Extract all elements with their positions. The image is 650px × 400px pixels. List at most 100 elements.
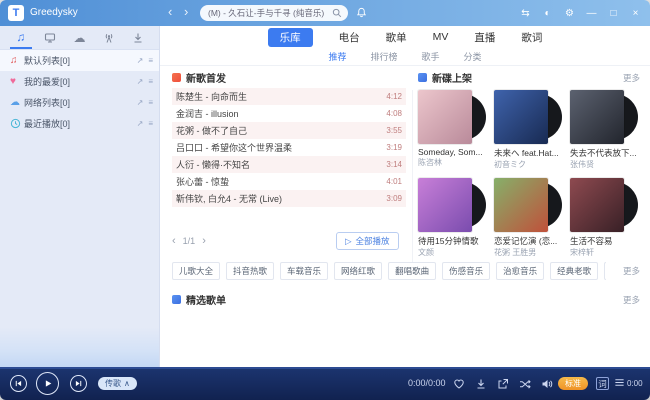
tab-mv[interactable]: MV	[433, 31, 449, 43]
notification-bell-icon[interactable]	[356, 7, 367, 18]
subtab-artists[interactable]: 歌手	[422, 50, 440, 63]
album-cover-wrap	[418, 90, 490, 144]
search-icon[interactable]	[332, 8, 342, 18]
open-icon[interactable]: ↗	[137, 98, 144, 107]
music-note-icon: ♫	[10, 55, 18, 66]
open-icon[interactable]: ↗	[137, 56, 144, 65]
subtab-rankings[interactable]: 排行榜	[370, 50, 397, 63]
song-row[interactable]: 陈楚生 - 向命而生 4:12	[172, 88, 406, 105]
content-area: 新歌首发 陈楚生 - 向命而生 4:12 金润吉 - illusion 4:08 花…	[160, 66, 650, 367]
quality-label: 标准	[565, 379, 581, 388]
tab-radio[interactable]: 电台	[339, 30, 360, 45]
playlist-panel-icon[interactable]	[614, 377, 625, 388]
clock-icon	[10, 118, 24, 129]
song-row[interactable]: 金润吉 - illusion 4:08	[172, 105, 406, 122]
sidebar-item-favorites[interactable]: ♥ 我的最爱[0] ↗ ≡	[0, 71, 159, 92]
tab-lyrics[interactable]: 歌词	[521, 30, 542, 45]
settings-gear-icon[interactable]: ⚙	[563, 7, 576, 20]
favorite-heart-icon[interactable]	[452, 377, 466, 391]
tag-button[interactable]: 儿歌大全	[172, 262, 221, 280]
play-mode-shuffle-icon[interactable]	[518, 377, 532, 391]
sidebar-item-recent-played[interactable]: 最近播放[0] ↗ ≡	[0, 113, 159, 134]
tag-button[interactable]: 网络红歌	[334, 262, 383, 280]
menu-icon[interactable]: ≡	[148, 119, 153, 128]
maximize-button[interactable]: □	[607, 7, 620, 20]
albums-more-link[interactable]: 更多	[623, 72, 640, 84]
quality-badge[interactable]: 标准	[558, 377, 588, 390]
sidebar-item-network-list[interactable]: ☁ 网络列表[0] ↗ ≡	[0, 92, 159, 113]
subtab-categories[interactable]: 分类	[464, 50, 482, 63]
new-songs-list: 陈楚生 - 向命而生 4:12 金润吉 - illusion 4:08 花粥 - 做…	[172, 88, 406, 207]
song-row[interactable]: 人衍 - 懒得·不知名 3:14	[172, 156, 406, 173]
nav-back-button[interactable]: ‹	[168, 4, 172, 20]
section-title: 新碟上架	[432, 74, 472, 85]
tag-button[interactable]: 翻唱歌曲	[388, 262, 437, 280]
mobile-connect-icon[interactable]: ⇆	[519, 7, 532, 20]
tag-button[interactable]: 励志歌曲	[604, 262, 606, 280]
song-row[interactable]: 张心蕾 - 惊蛰 4:01	[172, 173, 406, 190]
song-name: 靳伟钦, 白允4 - 无常 (Live)	[176, 194, 283, 204]
album-title: 恋爱记忆演 (恋...	[494, 236, 558, 246]
tag-button[interactable]: 车载音乐	[280, 262, 329, 280]
minimize-button[interactable]: —	[585, 7, 598, 20]
page-next-icon[interactable]: ›	[202, 236, 206, 247]
lyrics-button[interactable]: 词	[596, 377, 609, 390]
album-card[interactable]: Someday, Som... 陈咨林	[418, 90, 490, 170]
caret-up-icon: ∧	[124, 379, 130, 388]
search-box	[200, 5, 348, 21]
section-title: 新歌首发	[186, 74, 226, 85]
tab-download-icon[interactable]	[127, 27, 149, 49]
menu-icon[interactable]: ≡	[148, 56, 153, 65]
tab-songlists[interactable]: 歌单	[386, 30, 407, 45]
play-glyph-icon: ▷	[345, 235, 352, 246]
next-track-button[interactable]	[70, 375, 87, 392]
tab-live[interactable]: 直播	[474, 30, 495, 45]
tag-button[interactable]: 经典老歌	[550, 262, 599, 280]
menu-icon[interactable]: ≡	[148, 98, 153, 107]
menu-icon[interactable]: ≡	[148, 77, 153, 86]
tags-more-link[interactable]: 更多	[623, 265, 640, 277]
new-albums-grid: Someday, Som... 陈咨林 未来へ feat.Hat... 初音ミク…	[418, 90, 646, 258]
player-bar: 传歌 ∧ 0:00/0:00 标准 词 0:00	[0, 367, 650, 400]
app-title: Greedysky	[30, 7, 78, 18]
open-icon[interactable]: ↗	[137, 119, 144, 128]
tab-radio-icon[interactable]	[98, 27, 120, 49]
tag-button[interactable]: 抖音热歌	[226, 262, 275, 280]
volume-icon[interactable]	[540, 377, 554, 391]
share-icon[interactable]	[496, 377, 510, 391]
song-row[interactable]: 吕口口 - 希望你这个世界温柔 3:19	[172, 139, 406, 156]
sidebar-icon-tabs: ♫ ☁	[0, 26, 159, 50]
tag-button[interactable]: 伤感音乐	[442, 262, 491, 280]
seek-bar[interactable]	[0, 367, 650, 369]
song-row[interactable]: 花粥 - 做不了自己 3:55	[172, 122, 406, 139]
play-all-button[interactable]: ▷ 全部播放	[336, 232, 399, 250]
tab-music-library[interactable]: 乐库	[267, 27, 313, 47]
tab-local-music-icon[interactable]: ♫	[9, 27, 32, 49]
subtab-recommend[interactable]: 推荐	[328, 50, 346, 63]
open-icon[interactable]: ↗	[137, 77, 144, 86]
album-card[interactable]: 恋爱记忆演 (恋... 花粥 王胜男	[494, 178, 566, 258]
close-button[interactable]: ×	[629, 7, 642, 20]
tag-button[interactable]: 治愈音乐	[496, 262, 545, 280]
song-name: 张心蕾 - 惊蛰	[176, 177, 229, 187]
tab-cloud-icon[interactable]: ☁	[68, 27, 90, 49]
album-card[interactable]: 失去不代表放下... 张伟贤	[570, 90, 642, 170]
featured-more-link[interactable]: 更多	[623, 294, 640, 306]
sidebar-item-default-list[interactable]: ♫ 默认列表[0] ↗ ≡	[0, 50, 159, 71]
album-card[interactable]: 待用15分钟情歌 文颜	[418, 178, 490, 258]
song-transfer-toggle[interactable]: 传歌 ∧	[98, 377, 137, 390]
skin-icon[interactable]: ◐	[541, 7, 554, 20]
previous-track-button[interactable]	[10, 375, 27, 392]
play-button[interactable]	[36, 372, 59, 395]
page-prev-icon[interactable]: ‹	[172, 236, 176, 247]
download-icon[interactable]	[474, 377, 488, 391]
primary-tabs: 乐库 电台 歌单 MV 直播 歌词	[160, 26, 650, 48]
song-row[interactable]: 靳伟钦, 白允4 - 无常 (Live) 3:09	[172, 190, 406, 207]
album-card[interactable]: 生活不容易 宋梓轩	[570, 178, 642, 258]
album-cover-wrap	[494, 178, 566, 232]
nav-forward-button[interactable]: ›	[184, 4, 188, 20]
album-card[interactable]: 未来へ feat.Hat... 初音ミク	[494, 90, 566, 170]
search-input[interactable]	[208, 8, 332, 18]
song-duration: 3:14	[386, 160, 402, 169]
tab-device-icon[interactable]	[39, 27, 61, 49]
